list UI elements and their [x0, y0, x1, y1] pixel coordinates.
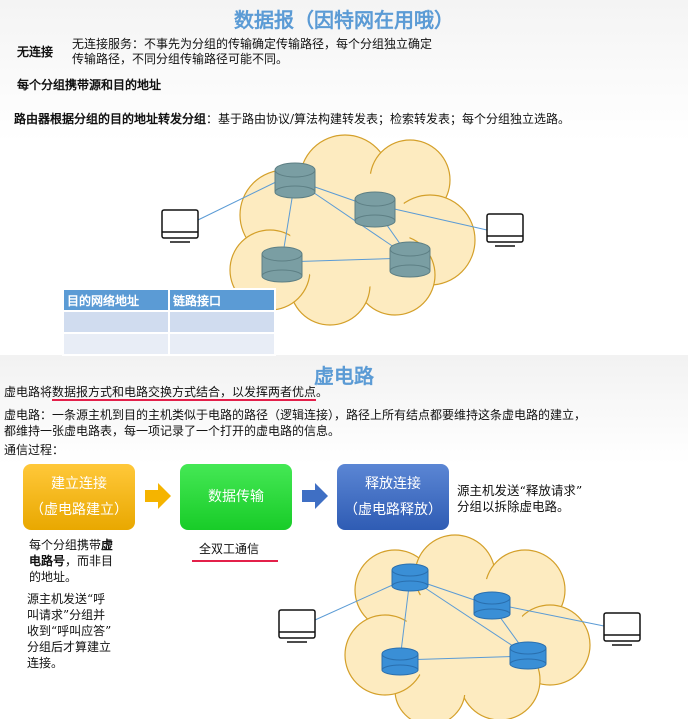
router-icon — [391, 563, 429, 592]
vc-line-1-pre: 虚电路将 — [4, 385, 53, 399]
process-label: 通信过程： — [4, 443, 65, 457]
vc-line-1-underlined: 数据报方式和电路交换方式结合，以发挥两者优点 — [52, 385, 317, 401]
vc-line-2: 虚电路：一条源主机到目的主机类似于电路的路径（逻辑连接），路径上所有结点都要维持… — [4, 408, 587, 422]
router-note: 路由器根据分组的目的地址转发分组：基于路由协议/算法构建转发表；检索转发表；每个… — [14, 111, 570, 127]
cloud — [344, 534, 591, 719]
router-icon — [389, 241, 431, 278]
vc-line-1-post: 。 — [316, 385, 329, 399]
router-icon — [354, 191, 396, 228]
text: 收到“呼叫应答” — [27, 624, 112, 638]
step-label: 建立连接 — [51, 476, 107, 492]
step-sublabel: （虚电路建立） — [30, 502, 128, 518]
vc-note-line-3: 的地址。 — [29, 570, 78, 584]
step-release-connection: 释放连接 （虚电路释放） — [337, 464, 449, 530]
text: ，而非目 — [65, 554, 114, 568]
text-bold: 虚 — [101, 538, 114, 552]
vc-network-diagram — [278, 534, 641, 719]
monitor-icon — [161, 209, 199, 243]
full-duplex-label: 全双工通信 — [199, 542, 260, 556]
router-icon — [261, 246, 303, 283]
connectionless-label: 无连接 — [17, 45, 54, 59]
text: 叫请求”分组并 — [27, 608, 106, 622]
table-cell — [168, 332, 276, 356]
router-icon — [274, 162, 316, 199]
monitor-icon — [603, 612, 641, 646]
forwarding-table: 目的网络地址 链路接口 — [62, 288, 276, 356]
table-cell — [62, 310, 170, 334]
connectionless-desc-2: 传输路径，不同分组传输路径可能不同。 — [72, 52, 289, 66]
text: 分组后才算建立 — [27, 640, 112, 654]
text: 源主机发送“呼 — [27, 592, 106, 606]
vc-note-line-2: 电路号，而非目 — [29, 553, 113, 569]
col-dest-network: 目的网络地址 — [62, 288, 170, 312]
step-label: 数据传输 — [208, 489, 264, 505]
setup-note: 源主机发送“呼 叫请求”分组并 收到“呼叫应答” 分组后才算建立 连接。 — [27, 591, 111, 671]
router-note-bold: 路由器根据分组的目的地址转发分组 — [14, 112, 207, 126]
table-cell — [168, 310, 276, 334]
text-bold: 电路号 — [29, 554, 66, 568]
router-icon — [381, 647, 419, 676]
datagram-title: 数据报（因特网在用哦） — [234, 8, 454, 32]
arrow-right-icon — [145, 483, 171, 509]
vc-line-3: 都维持一张虚电路表，每一项记录了一个打开的虚电路的信息。 — [4, 424, 341, 438]
vc-line-1: 虚电路将数据报方式和电路交换方式结合，以发挥两者优点。 — [4, 384, 329, 401]
table-cell — [62, 332, 170, 356]
router-note-rest: ：基于路由协议/算法构建转发表；检索转发表；每个分组独立选路。 — [206, 112, 571, 126]
text: 每个分组携带 — [29, 538, 102, 552]
connectionless-desc-1: 无连接服务：不事先为分组的传输确定传输路径，每个分组独立确定 — [72, 37, 433, 51]
step-data-transfer: 数据传输 — [180, 464, 292, 530]
arrow-right-icon — [302, 483, 328, 509]
router-icon — [473, 591, 511, 620]
release-note-1: 源主机发送“释放请求” — [457, 483, 583, 498]
address-note: 每个分组携带源和目的地址 — [17, 78, 162, 92]
text: 连接。 — [27, 656, 64, 670]
release-note-2: 分组以拆除虚电路。 — [457, 499, 570, 514]
step-establish-connection: 建立连接 （虚电路建立） — [23, 464, 135, 530]
step-sublabel: （虚电路释放） — [344, 502, 442, 518]
monitor-icon — [486, 213, 524, 247]
router-icon — [509, 641, 547, 670]
monitor-icon — [278, 609, 316, 643]
vc-note-line-1: 每个分组携带虚 — [29, 537, 113, 553]
step-label: 释放连接 — [365, 476, 421, 492]
col-link-interface: 链路接口 — [168, 288, 276, 312]
